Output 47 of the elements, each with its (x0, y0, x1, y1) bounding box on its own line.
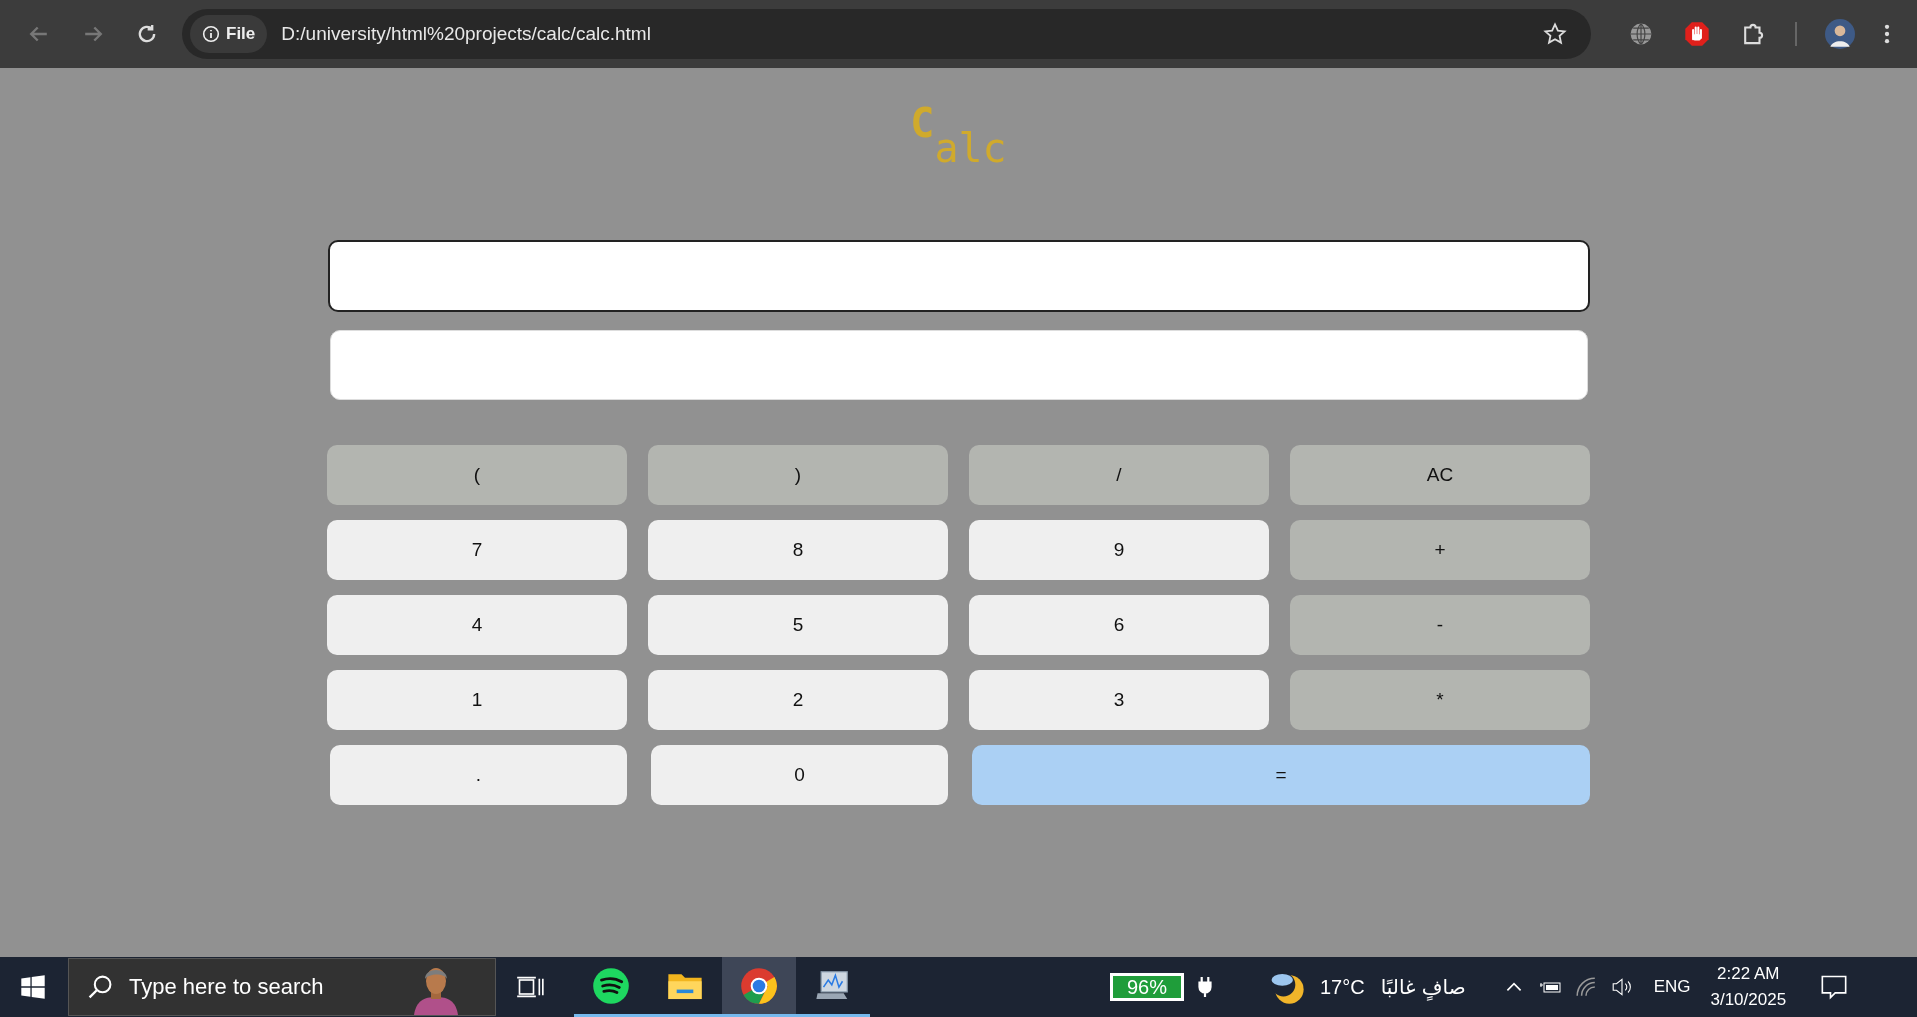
url-text: D:/university/html%20projects/calc/calc.html (281, 23, 652, 45)
calc-button[interactable]: 7 (327, 520, 627, 580)
spotify-logo-icon (592, 966, 630, 1005)
calc-button[interactable]: + (1290, 520, 1590, 580)
profile-avatar-icon[interactable] (1825, 19, 1855, 49)
site-info-chip[interactable]: File (190, 15, 268, 53)
title-text: alc (934, 128, 1007, 168)
language-indicator[interactable]: ENG (1653, 977, 1691, 997)
calc-button[interactable]: 0 (651, 745, 948, 805)
notifications-icon[interactable] (1820, 974, 1849, 1000)
weather-temperature[interactable]: 17°C (1320, 975, 1365, 999)
title-initial: C (910, 100, 935, 146)
calc-button[interactable]: * (1290, 670, 1590, 730)
address-bar[interactable]: File D:/university/html%20projects/calc/calc.html (182, 9, 1591, 59)
start-windows-icon[interactable] (20, 974, 46, 1000)
wifi-icon[interactable] (1573, 976, 1598, 998)
expression-field[interactable] (327, 240, 1590, 312)
calc-button[interactable]: ( (327, 445, 627, 505)
calc-button[interactable]: 6 (969, 595, 1269, 655)
info-icon (202, 25, 220, 43)
plug-icon (1198, 976, 1212, 998)
weather-condition[interactable]: صافٍ غالبًا (1380, 975, 1466, 999)
stop-hand-icon[interactable] (1684, 21, 1710, 47)
calc-button[interactable]: . (330, 745, 627, 805)
chrome-logo-icon (740, 966, 778, 1005)
calc-button[interactable]: 9 (969, 520, 1269, 580)
search-icon (87, 974, 113, 1000)
calc-button[interactable]: / (969, 445, 1269, 505)
equals-button[interactable]: = (972, 745, 1590, 805)
bookmark-star-icon[interactable] (1543, 22, 1567, 46)
calc-button[interactable]: ) (648, 445, 948, 505)
taskbar-clock[interactable]: 2:22 AM 3/10/2025 (1710, 961, 1787, 1013)
calc-button[interactable]: - (1290, 595, 1590, 655)
calc-button[interactable]: 1 (327, 670, 627, 730)
result-field[interactable] (329, 330, 1588, 400)
menu-icon[interactable] (1883, 22, 1891, 46)
taskbar-search-field[interactable]: Type here to search (68, 958, 496, 1016)
calc-button[interactable]: 3 (969, 670, 1269, 730)
battery-widget[interactable]: 96% (1110, 973, 1184, 1001)
calc-button[interactable]: 4 (327, 595, 627, 655)
calc-button[interactable]: 2 (648, 670, 948, 730)
chrome-taskbar-button[interactable] (722, 957, 796, 1017)
calc-button[interactable]: AC (1290, 445, 1590, 505)
calc-button[interactable]: 5 (648, 595, 948, 655)
globe-icon[interactable] (1628, 21, 1654, 47)
calc-button[interactable]: 8 (648, 520, 948, 580)
task-view-icon[interactable] (516, 974, 544, 1000)
